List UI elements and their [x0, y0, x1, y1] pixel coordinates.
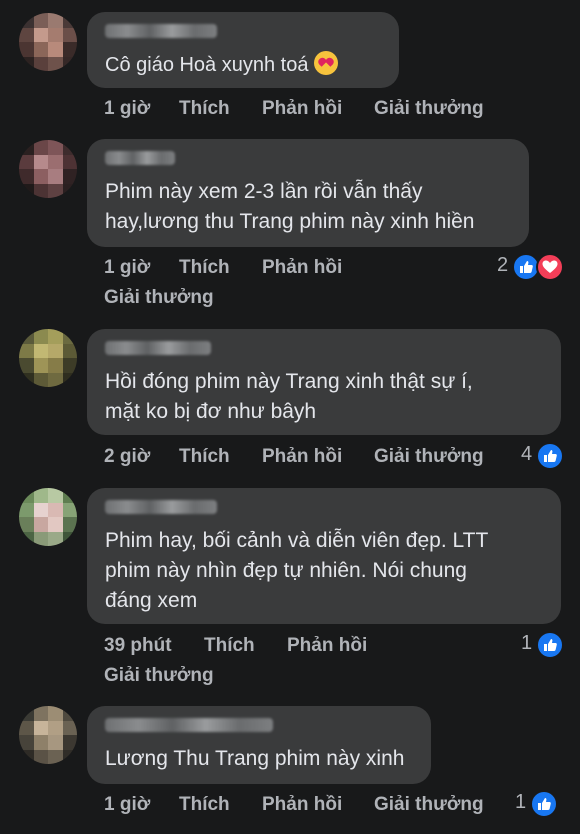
comment-time[interactable]: 1 giờ — [104, 257, 150, 279]
comment-time[interactable]: 2 giờ — [104, 446, 150, 468]
avatar[interactable] — [19, 488, 77, 546]
comment-bubble: Phim hay, bối cảnh và diễn viên đẹp. LTT… — [87, 488, 561, 624]
reaction-summary[interactable]: 1 — [510, 790, 560, 818]
commenter-name[interactable] — [105, 151, 175, 165]
like-reaction-icon — [536, 442, 564, 470]
reaction-summary[interactable]: 2 — [466, 253, 566, 281]
reply-link[interactable]: Phản hồi — [262, 257, 342, 279]
comment-bubble: Cô giáo Hoà xuynh toá — [87, 12, 399, 88]
award-link[interactable]: Giải thưởng — [374, 794, 484, 816]
comment-time[interactable]: 1 giờ — [104, 98, 150, 120]
comment-bubble: Hồi đóng phim này Trang xinh thật sự í, … — [87, 329, 561, 435]
comment-time[interactable]: 39 phút — [104, 635, 172, 657]
award-link[interactable]: Giải thưởng — [374, 446, 484, 468]
avatar[interactable] — [19, 13, 77, 71]
like-reaction-icon — [536, 631, 564, 659]
avatar[interactable] — [19, 706, 77, 764]
reply-link[interactable]: Phản hồi — [262, 794, 342, 816]
like-link[interactable]: Thích — [179, 257, 230, 279]
like-reaction-icon — [530, 790, 558, 818]
reaction-count: 4 — [521, 443, 533, 465]
commenter-name[interactable] — [105, 718, 273, 732]
reaction-count: 1 — [521, 632, 533, 654]
comment-text: Hồi đóng phim này Trang xinh thật sự í, … — [105, 370, 473, 423]
reply-link[interactable]: Phản hồi — [287, 635, 367, 657]
comment-bubble: Lương Thu Trang phim này xinh — [87, 706, 431, 784]
comment-text: Lương Thu Trang phim này xinh — [105, 747, 405, 770]
award-link[interactable]: Giải thưởng — [104, 665, 214, 687]
award-link[interactable]: Giải thưởng — [374, 98, 484, 120]
like-link[interactable]: Thích — [179, 446, 230, 468]
reaction-count: 1 — [515, 791, 527, 813]
reaction-summary[interactable]: 1 — [516, 631, 566, 659]
reaction-summary[interactable]: 4 — [516, 442, 566, 470]
like-link[interactable]: Thích — [204, 635, 255, 657]
avatar[interactable] — [19, 140, 77, 198]
award-link[interactable]: Giải thưởng — [104, 287, 214, 309]
commenter-name[interactable] — [105, 500, 217, 514]
comment-bubble: Phim này xem 2-3 lần rồi vẫn thấy hay,lư… — [87, 139, 529, 247]
commenter-name[interactable] — [105, 24, 217, 38]
comment-time[interactable]: 1 giờ — [104, 794, 150, 816]
smiling-face-with-hearts-icon — [314, 51, 339, 75]
like-link[interactable]: Thích — [179, 98, 230, 120]
comment-text: Phim này xem 2-3 lần rồi vẫn thấy hay,lư… — [105, 180, 475, 233]
comment-text: Cô giáo Hoà xuynh toá — [105, 50, 339, 80]
like-link[interactable]: Thích — [179, 794, 230, 816]
reply-link[interactable]: Phản hồi — [262, 98, 342, 120]
love-reaction-icon — [536, 253, 564, 281]
reaction-count: 2 — [497, 254, 509, 276]
reply-link[interactable]: Phản hồi — [262, 446, 342, 468]
comment-text: Phim hay, bối cảnh và diễn viên đẹp. LTT… — [105, 529, 489, 612]
commenter-name[interactable] — [105, 341, 211, 355]
avatar[interactable] — [19, 329, 77, 387]
